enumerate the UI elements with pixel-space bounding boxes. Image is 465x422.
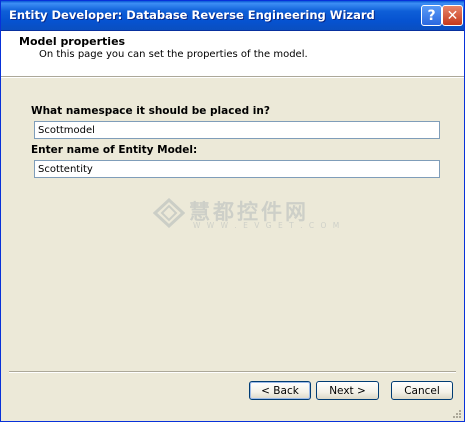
resize-grip-icon[interactable] [451, 408, 462, 419]
entity-model-input[interactable] [34, 160, 440, 178]
footer-divider [9, 371, 456, 373]
cancel-button[interactable]: Cancel [391, 381, 453, 400]
window-title: Entity Developer: Database Reverse Engin… [9, 8, 375, 22]
page-subtitle: On this page you can set the properties … [39, 49, 308, 60]
title-bar[interactable]: Entity Developer: Database Reverse Engin… [1, 1, 464, 31]
next-button[interactable]: Next > [316, 381, 379, 400]
help-icon: ? [427, 7, 436, 24]
back-button[interactable]: < Back [249, 381, 311, 400]
header-divider [1, 77, 464, 78]
wizard-header: Model properties On this page you can se… [1, 31, 464, 77]
close-button[interactable]: ✕ [442, 5, 463, 26]
watermark: 慧都控件网 W W W . E V G E T . C O M [153, 196, 339, 232]
close-icon: ✕ [446, 7, 459, 24]
namespace-input[interactable] [34, 121, 440, 139]
watermark-logo-icon [153, 198, 185, 228]
namespace-label: What namespace it should be placed in? [31, 105, 270, 117]
wizard-window: Entity Developer: Database Reverse Engin… [0, 0, 465, 422]
entity-model-label: Enter name of Entity Model: [31, 144, 198, 156]
page-title: Model properties [19, 35, 126, 48]
help-button[interactable]: ? [421, 5, 442, 26]
watermark-url: W W W . E V G E T . C O M [193, 221, 342, 230]
